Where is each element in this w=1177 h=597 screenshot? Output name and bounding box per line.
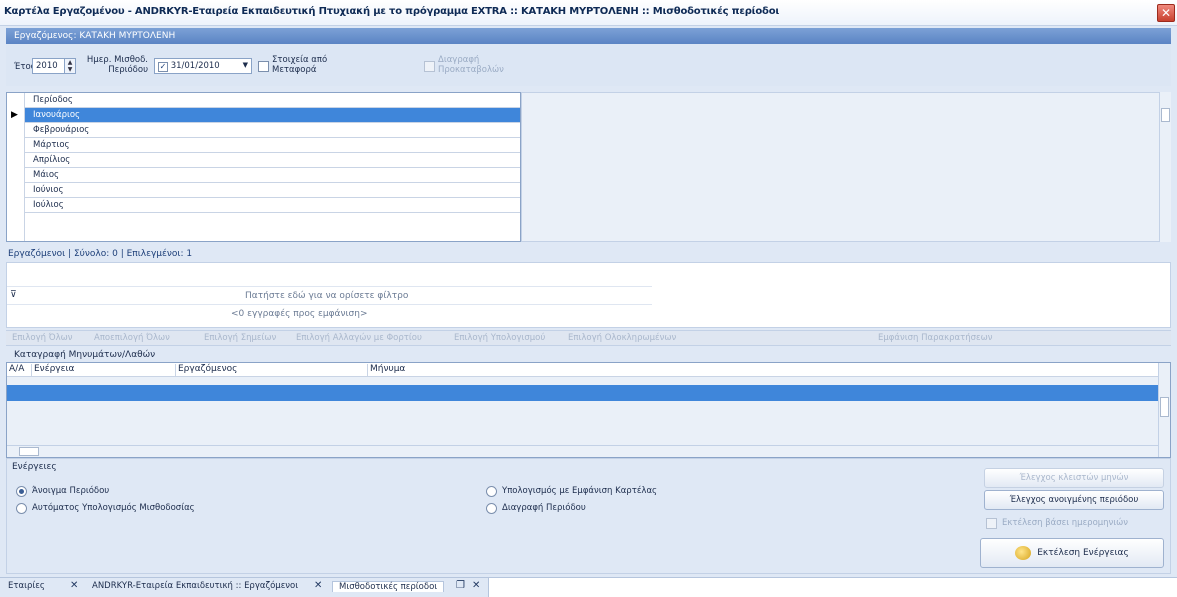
restore-window-icon[interactable]: ❐	[456, 580, 465, 591]
employees-summary: Εργαζόμενοι | Σύνολο: 0 | Επιλεγμένοι: 1	[8, 249, 193, 259]
period-row-7[interactable]: Ιούλιος	[7, 198, 520, 213]
select-all-button[interactable]: Επιλογή Όλων	[12, 333, 73, 343]
close-tab-periods-icon[interactable]: ✕	[472, 580, 480, 591]
check-closed-months-button[interactable]: Έλεγχος κλειστών μηνών	[984, 468, 1164, 488]
delete-period-label: Διαγραφή Περιόδου	[502, 503, 586, 513]
deselect-all-button[interactable]: Αποεπιλογή Όλων	[94, 333, 170, 343]
periods-header: Περίοδος	[7, 93, 520, 108]
current-row-arrow-icon: ▶	[11, 110, 18, 120]
year-spinner[interactable]: 2010 ▲ ▼	[32, 58, 76, 74]
payroll-date-label: Ημερ. Μισθοδ. Περιόδου	[86, 55, 148, 75]
col-message[interactable]: Μήνυμα	[367, 364, 405, 377]
tab-payroll-periods[interactable]: Μισθοδοτικές περίοδοι	[332, 581, 445, 592]
radio-auto-calc[interactable]	[16, 503, 27, 514]
period-row-5[interactable]: Μάιος	[7, 168, 520, 183]
col-action[interactable]: Ενέργεια	[31, 364, 74, 377]
messages-hscrollbar[interactable]	[7, 445, 1158, 457]
actions-title: Ενέργειες	[12, 462, 57, 472]
period-row-1[interactable]: Ιανουάριος	[7, 108, 520, 123]
tabs-empty-area	[488, 578, 1177, 597]
gears-icon	[1015, 545, 1032, 560]
batch-date-label: Εκτέλεση βάσει ημερομηνιών	[1002, 518, 1129, 528]
delete-prepayments-label: Διαγραφή Προκαταβολών	[438, 55, 504, 75]
hscroll-thumb[interactable]	[19, 447, 39, 456]
period-row-4[interactable]: Απρίλιος	[7, 153, 520, 168]
select-changes-button[interactable]: Επιλογή Αλλαγών με Φορτίου	[296, 333, 422, 343]
run-action-label: Εκτέλεση Ενέργειας	[1037, 548, 1129, 558]
select-calculation-button[interactable]: Επιλογή Υπολογισμού	[454, 333, 545, 343]
filter-row[interactable]: ⊽ Πατήστε εδώ για να ορίσετε φίλτρο	[7, 289, 652, 305]
period-row-3[interactable]: Μάρτιος	[7, 138, 520, 153]
message-row-selected[interactable]	[7, 385, 1158, 401]
filter-hint[interactable]: Πατήστε εδώ για να ορίσετε φίλτρο	[245, 291, 408, 301]
select-points-button[interactable]: Επιλογή Σημείων	[204, 333, 276, 343]
date-checkbox[interactable]: ✓	[158, 62, 168, 72]
selection-toolbar: Επιλογή Όλων Αποεπιλογή Όλων Επιλογή Σημ…	[6, 330, 1171, 346]
auto-calc-label: Αυτόματος Υπολογισμός Μισθοδοσίας	[32, 503, 195, 513]
transfer-label: Στοιχεία από Μεταφορά	[272, 55, 328, 75]
radio-calc-with-card[interactable]	[486, 486, 497, 497]
filter-icon[interactable]: ⊽	[10, 290, 17, 300]
messages-scroll-thumb[interactable]	[1160, 397, 1169, 417]
periods-grid: Περίοδος Ιανουάριος Φεβρουάριος Μάρτιος …	[6, 92, 521, 242]
messages-grid: Α/Α Ενέργεια Εργαζόμενος Μήνυμα	[6, 362, 1171, 458]
messages-title: Καταγραφή Μηνυμάτων/Λαθών	[14, 350, 156, 360]
col-aa[interactable]: Α/Α	[9, 364, 24, 374]
period-row-6[interactable]: Ιούνιος	[7, 183, 520, 198]
employees-header-row	[7, 271, 652, 287]
batch-date-checkbox[interactable]	[986, 518, 997, 529]
row-indicator-column: ▶	[7, 93, 25, 241]
radio-delete-period[interactable]	[486, 503, 497, 514]
calc-with-card-label: Υπολογισμός με Εμφάνιση Καρτέλας	[502, 486, 658, 496]
col-employee[interactable]: Εργαζόμενος	[175, 364, 237, 377]
close-tab-companies-icon[interactable]: ✕	[70, 580, 78, 591]
employees-grid: ⊽ Πατήστε εδώ για να ορίσετε φίλτρο <0 ε…	[6, 262, 1171, 328]
period-row-2[interactable]: Φεβρουάριος	[7, 123, 520, 138]
window-title: Καρτέλα Εργαζομένου - ANDRKYR-Εταιρεία Ε…	[4, 6, 780, 17]
delete-prepayments-checkbox[interactable]	[424, 61, 435, 72]
periods-empty-area	[521, 92, 1171, 242]
year-value: 2010	[36, 61, 58, 71]
window-titlebar: Καρτέλα Εργαζομένου - ANDRKYR-Εταιρεία Ε…	[0, 0, 1177, 26]
close-icon[interactable]: ✕	[1157, 4, 1175, 22]
chevron-down-icon[interactable]: ▼	[243, 61, 248, 69]
periods-scrollbar[interactable]	[1159, 92, 1171, 242]
scroll-thumb[interactable]	[1161, 108, 1170, 122]
check-open-period-button[interactable]: Έλεγχος ανοιγμένης περιόδου	[984, 490, 1164, 510]
payroll-date-picker[interactable]: ✓ 31/01/2010 ▼	[154, 58, 252, 74]
radio-open-period[interactable]	[16, 486, 27, 497]
show-deductions-button[interactable]: Εμφάνιση Παρακρατήσεων	[878, 333, 992, 343]
messages-header-row: Α/Α Ενέργεια Εργαζόμενος Μήνυμα	[7, 363, 1158, 377]
records-hint: <0 εγγραφές προς εμφάνιση>	[231, 309, 368, 319]
tab-companies[interactable]: Εταιρίες	[8, 581, 45, 591]
close-tab-employees-icon[interactable]: ✕	[314, 580, 322, 591]
transfer-checkbox[interactable]	[258, 61, 269, 72]
document-tabs: Εταιρίες ✕ ANDRKYR-Εταιρεία Εκπαιδευτική…	[0, 577, 1177, 597]
payroll-date-value: 31/01/2010	[170, 61, 220, 71]
messages-scrollbar[interactable]	[1158, 363, 1170, 457]
spinner-arrows-icon[interactable]: ▲ ▼	[64, 59, 75, 73]
tab-employees[interactable]: ANDRKYR-Εταιρεία Εκπαιδευτική :: Εργαζόμ…	[92, 581, 298, 591]
select-completed-button[interactable]: Επιλογή Ολοκληρωμένων	[568, 333, 676, 343]
employee-header: Εργαζόμενος: ΚΑΤΑΚΗ ΜΥΡΤΟΛΕΝΗ	[6, 28, 1171, 44]
run-action-button[interactable]: Εκτέλεση Ενέργειας	[980, 538, 1164, 568]
open-period-label: Άνοιγμα Περιόδου	[32, 486, 110, 496]
